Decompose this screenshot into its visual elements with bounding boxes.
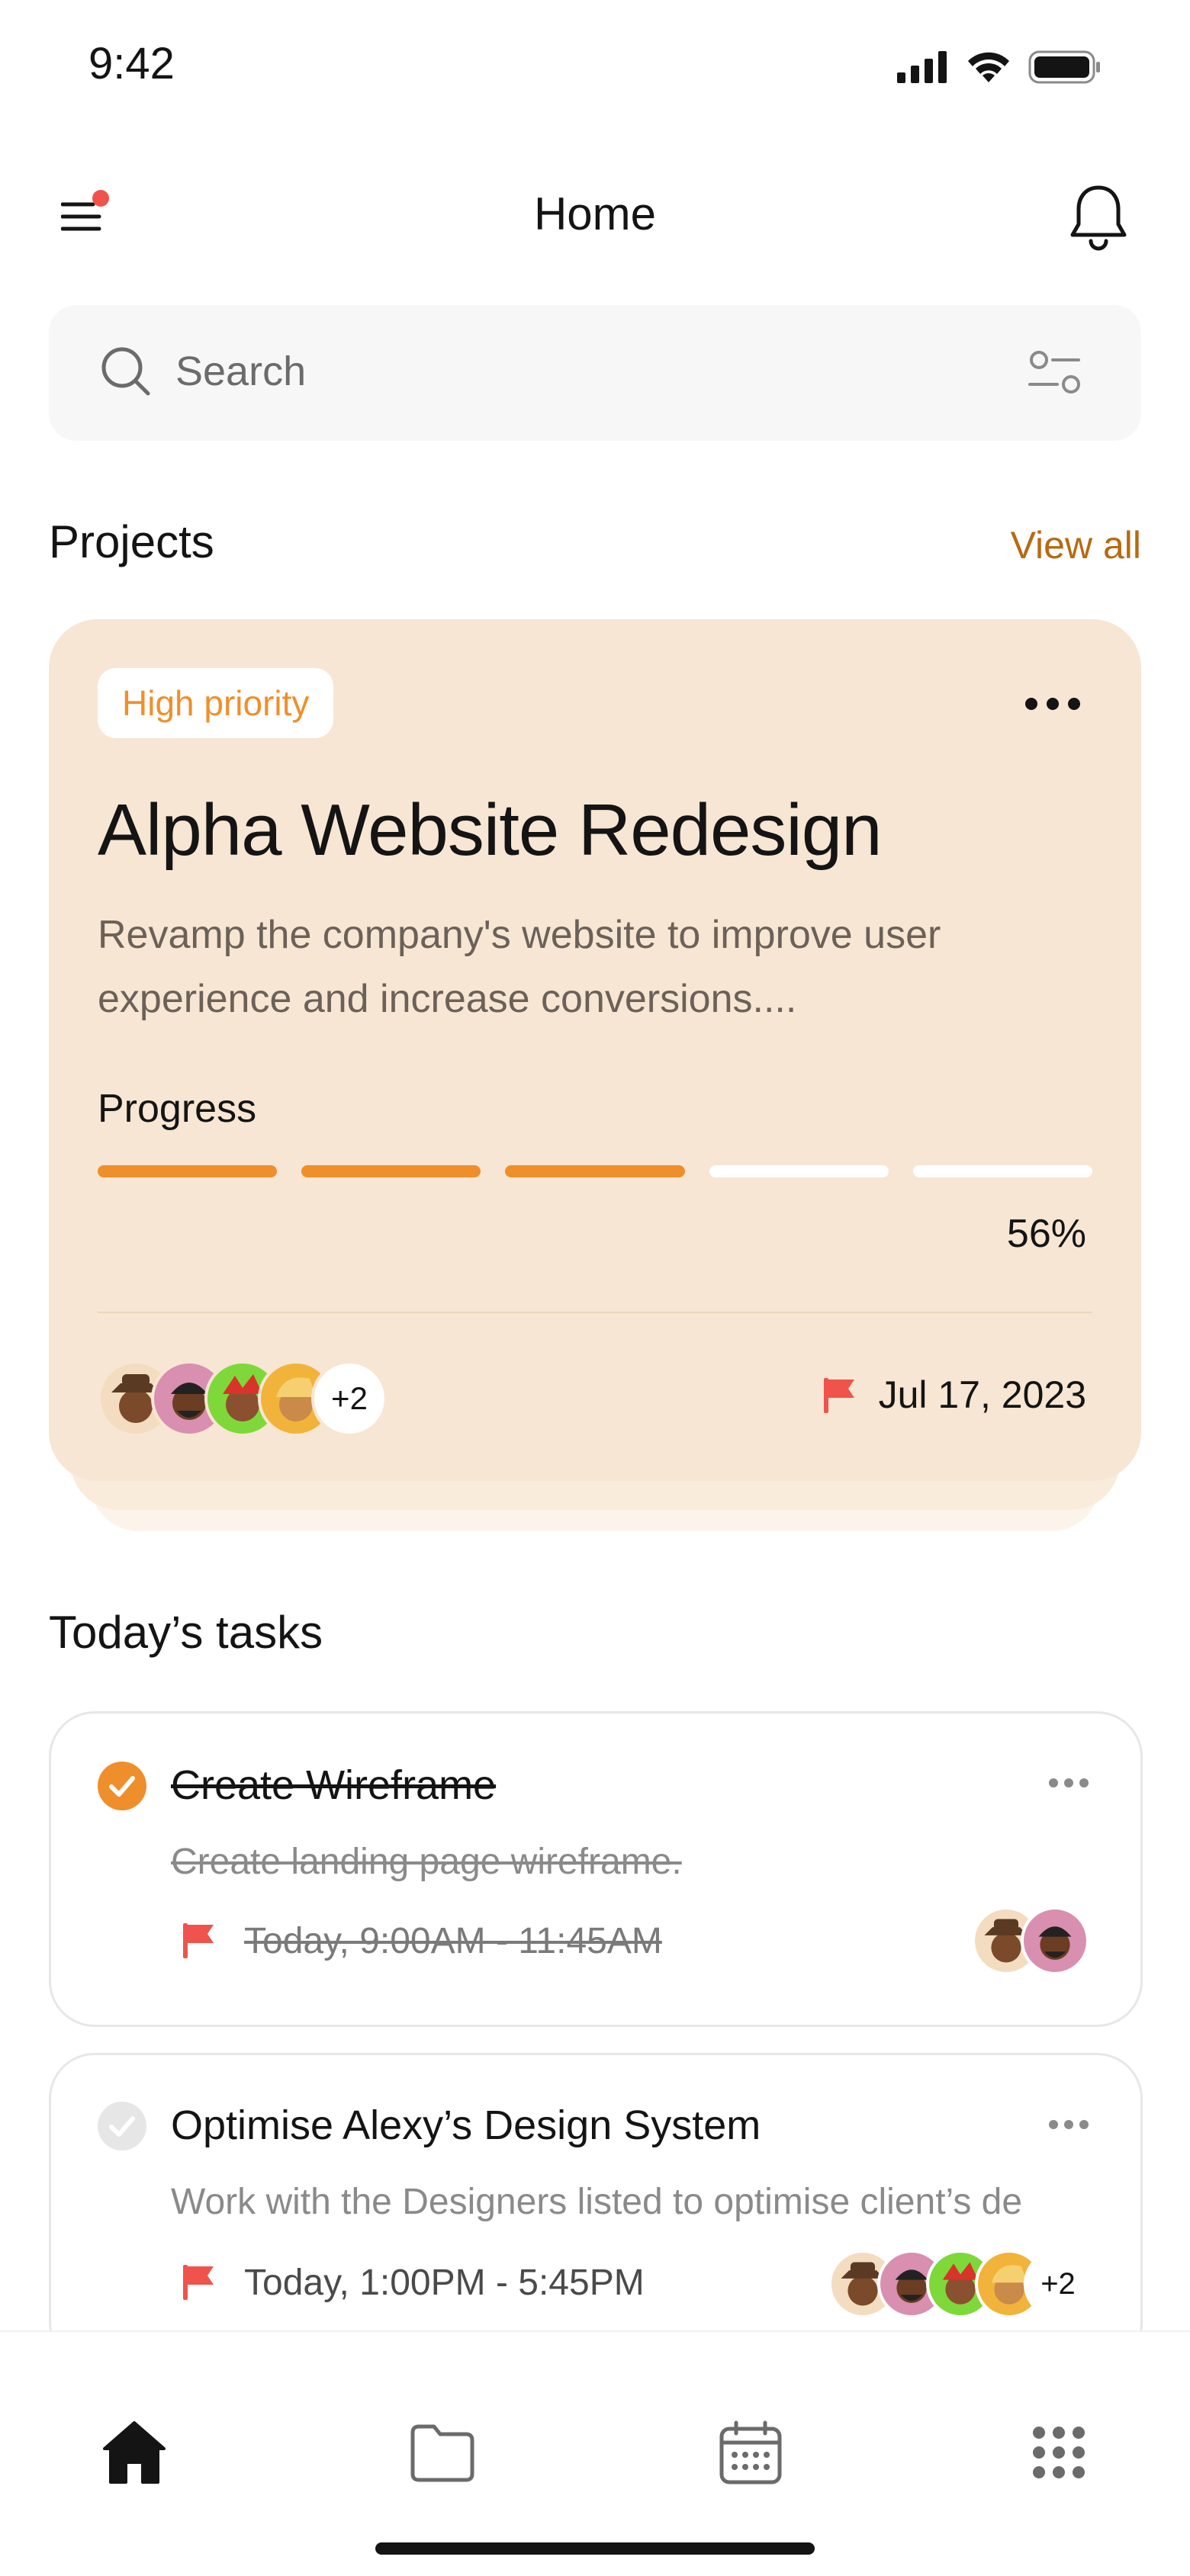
project-more-button[interactable]	[1022, 686, 1083, 721]
projects-heading: Projects	[49, 516, 214, 567]
task-checkbox[interactable]	[98, 2102, 146, 2150]
tab-bar	[0, 2330, 1190, 2576]
task-title: Optimise Alexy’s Design System	[171, 2102, 761, 2148]
progress-segment-filled	[301, 1165, 481, 1177]
bell-icon	[1070, 185, 1127, 251]
search-input[interactable]	[175, 345, 938, 398]
task-subtitle: Work with the Designers listed to optimi…	[171, 2182, 1025, 2222]
progress-segment	[709, 1165, 889, 1177]
flag-icon	[823, 1378, 854, 1413]
tab-home[interactable]	[96, 2414, 172, 2491]
check-icon	[109, 2116, 135, 2137]
progress-percent: 56%	[1006, 1212, 1086, 1256]
view-all-link[interactable]: View all	[1011, 523, 1141, 567]
tab-calendar[interactable]	[712, 2414, 789, 2491]
tab-projects[interactable]	[404, 2414, 481, 2491]
tab-more[interactable]	[1021, 2414, 1097, 2491]
home-indicator	[375, 2542, 815, 2555]
task-more-button[interactable]	[1047, 2117, 1091, 2132]
check-icon	[109, 1776, 135, 1797]
page-title: Home	[533, 188, 657, 239]
task-time: Today, 1:00PM - 5:45PM	[244, 2263, 645, 2303]
wifi-icon	[968, 52, 1009, 82]
more-horizontal-icon	[1049, 1778, 1089, 1787]
project-description: Revamp the company's website to improve …	[98, 913, 941, 1021]
filter-icon	[1028, 351, 1080, 393]
more-horizontal-icon	[1025, 698, 1080, 710]
task-checkbox-checked[interactable]	[98, 1762, 146, 1810]
status-icons	[897, 50, 1102, 84]
avatar	[1021, 1906, 1089, 1975]
battery-icon	[1028, 50, 1100, 84]
progress-segment	[912, 1165, 1093, 1177]
due-date: Jul 17, 2023	[878, 1373, 1086, 1416]
status-time: 9:42	[88, 39, 175, 88]
grid-icon	[1033, 2427, 1085, 2478]
flag-icon	[183, 1923, 214, 1958]
task-time: Today, 9:00AM - 11:45AM	[244, 1921, 662, 1961]
search-icon	[101, 347, 150, 396]
cellular-signal-icon	[897, 51, 947, 83]
task-members	[972, 1906, 1089, 1975]
progress-segment-filled	[505, 1165, 685, 1177]
more-horizontal-icon	[1049, 2120, 1089, 2129]
task-more-button[interactable]	[1047, 1775, 1091, 1791]
project-members[interactable]: +2	[98, 1360, 388, 1437]
folder-icon	[410, 2424, 474, 2482]
calendar-icon	[719, 2420, 782, 2484]
card-divider	[98, 1312, 1092, 1313]
tasks-heading: Today’s tasks	[49, 1607, 323, 1658]
task-subtitle: Create landing page wireframe.	[171, 1842, 682, 1882]
home-icon	[103, 2421, 166, 2484]
task-members: +2	[828, 2250, 1092, 2318]
priority-badge: High priority	[98, 668, 334, 738]
extra-members-count: +2	[1024, 2250, 1092, 2318]
task-title: Create Wireframe	[171, 1762, 497, 1808]
filter-button[interactable]	[1027, 345, 1085, 403]
progress-label: Progress	[98, 1087, 257, 1131]
extra-members-count: +2	[311, 1360, 388, 1437]
progress-bar	[98, 1165, 1093, 1177]
project-due: Jul 17, 2023	[822, 1373, 1086, 1417]
flag-icon	[183, 2265, 214, 2300]
project-title: Alpha Website Redesign	[98, 789, 883, 871]
notifications-button[interactable]	[1068, 183, 1129, 252]
progress-segment-filled	[98, 1165, 278, 1177]
project-card[interactable]	[49, 619, 1141, 1481]
